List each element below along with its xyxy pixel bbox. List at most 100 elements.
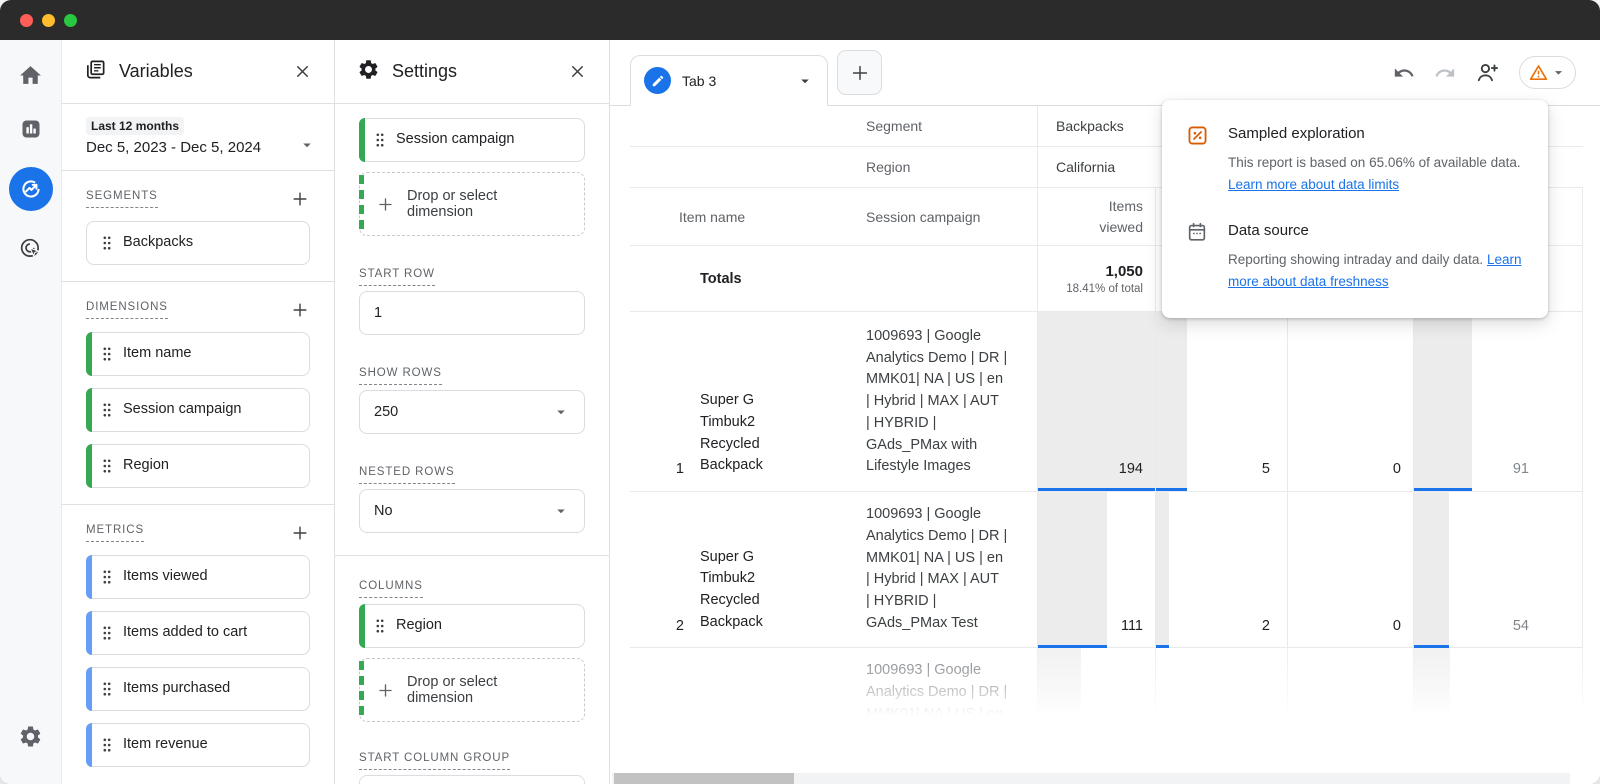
add-metric-button[interactable] [290, 523, 310, 543]
dimension-accent [359, 118, 365, 162]
dropzone-label: Drop or select dimension [407, 188, 527, 220]
drag-handle-icon [102, 235, 112, 251]
settings-close-icon[interactable] [568, 62, 587, 81]
cell-items-added-to-cart: 5 [1155, 312, 1287, 491]
column-header-item-name[interactable]: Item name [630, 188, 826, 245]
dimension-chip-label: Region [123, 455, 169, 476]
columns-dropzone[interactable]: Drop or select dimension [359, 658, 585, 722]
columns-label: COLUMNS [359, 580, 423, 598]
redo-icon[interactable] [1434, 62, 1456, 84]
nested-rows-value: No [374, 503, 393, 519]
cell-item-revenue: 54 [1413, 492, 1543, 648]
chevron-down-icon [1550, 64, 1567, 81]
home-icon[interactable] [18, 62, 44, 88]
traffic-light-minimize[interactable] [42, 14, 55, 27]
reports-icon[interactable] [18, 116, 44, 142]
horizontal-scrollbar[interactable] [612, 773, 1570, 784]
columns-chip-label: Region [396, 615, 442, 636]
date-preset-badge: Last 12 months [86, 117, 184, 135]
start-column-group-input[interactable]: 1 [359, 775, 585, 784]
table-row[interactable]: 2 Super G Timbuk2 Recycled Backpack 1009… [630, 492, 1583, 648]
scrollbar-thumb[interactable] [614, 773, 794, 784]
add-dimension-button[interactable] [290, 300, 310, 320]
totals-items-viewed: 1,050 18.41% of total [1037, 246, 1155, 311]
dropzone-accent [359, 175, 364, 233]
cell-session-campaign: 1009693 | Google Analytics Demo | DR | M… [826, 312, 1037, 491]
metrics-section: METRICS Items viewed Items added to cart [62, 505, 334, 783]
rows-chip-session-campaign[interactable]: Session campaign [359, 118, 585, 162]
variables-close-icon[interactable] [293, 62, 312, 81]
dimensions-section: DIMENSIONS Item name Session campaign [62, 282, 334, 505]
drag-handle-icon [102, 681, 112, 697]
start-row-input[interactable]: 1 [359, 291, 585, 335]
sampled-exploration-section: Sampled exploration This report is based… [1186, 124, 1522, 195]
data-source-section: Data source Reporting showing intraday a… [1186, 221, 1522, 292]
segment-chip-label: Backpacks [123, 232, 193, 253]
edit-pencil-icon [644, 67, 671, 94]
sampling-status-button[interactable] [1519, 56, 1576, 89]
region-label: Region [630, 147, 1037, 187]
add-tab-button[interactable] [837, 50, 882, 95]
cell-item-name: Super G Timbuk2 Recycled Backpack [686, 312, 826, 491]
table-row[interactable]: 1 Super G Timbuk2 Recycled Backpack 1009… [630, 312, 1583, 492]
segments-section: SEGMENTS Backpacks [62, 171, 334, 282]
sampled-exploration-title: Sampled exploration [1228, 124, 1522, 142]
admin-gear-icon[interactable] [18, 736, 44, 784]
column-header-session-campaign[interactable]: Session campaign [826, 188, 1037, 245]
segment-chip-backpacks[interactable]: Backpacks [86, 221, 310, 265]
traffic-light-zoom[interactable] [64, 14, 77, 27]
table-row-faded[interactable]: 1009693 | Google Analytics Demo | DR | M… [630, 648, 1583, 716]
cell-bar [1414, 492, 1449, 648]
data-limits-link[interactable]: Learn more about data limits [1228, 177, 1399, 192]
undo-icon[interactable] [1393, 62, 1415, 84]
column-header-items-viewed[interactable]: Items viewed [1037, 188, 1155, 245]
settings-gear-icon [357, 58, 380, 86]
dimension-chip-label: Session campaign [123, 399, 242, 420]
dimension-chip-item-name[interactable]: Item name [86, 332, 310, 376]
warning-triangle-icon [1528, 62, 1549, 83]
metric-chip-items-purchased[interactable]: Items purchased [86, 667, 310, 711]
nested-rows-label: NESTED ROWS [359, 466, 455, 484]
metric-chip-item-revenue[interactable]: Item revenue [86, 723, 310, 767]
row-index: 1 [630, 312, 686, 491]
nav-rail [0, 40, 62, 784]
cell-bar [1038, 648, 1081, 716]
metric-chip-items-added-to-cart[interactable]: Items added to cart [86, 611, 310, 655]
dimension-chip-session-campaign[interactable]: Session campaign [86, 388, 310, 432]
tab-3[interactable]: Tab 3 [630, 55, 828, 106]
plus-icon [376, 195, 395, 214]
metric-chip-label: Items added to cart [123, 622, 247, 643]
dimensions-label: DIMENSIONS [86, 301, 168, 319]
titlebar [0, 0, 1600, 40]
add-segment-button[interactable] [290, 189, 310, 209]
nested-rows-select[interactable]: No [359, 489, 585, 533]
cell-items-purchased: 0 [1287, 492, 1413, 648]
dimension-chip-region[interactable]: Region [86, 444, 310, 488]
rows-chip-label: Session campaign [396, 129, 515, 150]
drag-handle-icon [375, 618, 385, 634]
start-column-group-label: START COLUMN GROUP [359, 752, 510, 770]
show-rows-select[interactable]: 250 [359, 390, 585, 434]
columns-chip-region[interactable]: Region [359, 604, 585, 648]
sampled-exploration-body: This report is based on 65.06% of availa… [1228, 155, 1521, 170]
cell-items-viewed [1037, 648, 1155, 716]
traffic-light-close[interactable] [20, 14, 33, 27]
cell-session-campaign: 1009693 | Google Analytics Demo | DR | M… [826, 492, 1037, 648]
share-person-add-icon[interactable] [1475, 60, 1500, 85]
cell-bar [1156, 312, 1187, 491]
show-rows-value: 250 [374, 404, 398, 420]
variables-icon [84, 58, 107, 86]
cell-bar [1156, 492, 1169, 648]
metric-accent [86, 555, 92, 599]
drag-handle-icon [102, 625, 112, 641]
sampling-popup: Sampled exploration This report is based… [1162, 100, 1548, 318]
rows-dropzone[interactable]: Drop or select dimension [359, 172, 585, 236]
date-range-selector[interactable]: Last 12 months Dec 5, 2023 - Dec 5, 2024 [62, 104, 334, 171]
explore-icon[interactable] [9, 167, 53, 211]
plus-icon [376, 681, 395, 700]
dimension-accent [86, 332, 92, 376]
advertising-icon[interactable] [18, 236, 44, 262]
exploration-canvas: Tab 3 [610, 40, 1600, 784]
drag-handle-icon [102, 346, 112, 362]
metric-chip-items-viewed[interactable]: Items viewed [86, 555, 310, 599]
